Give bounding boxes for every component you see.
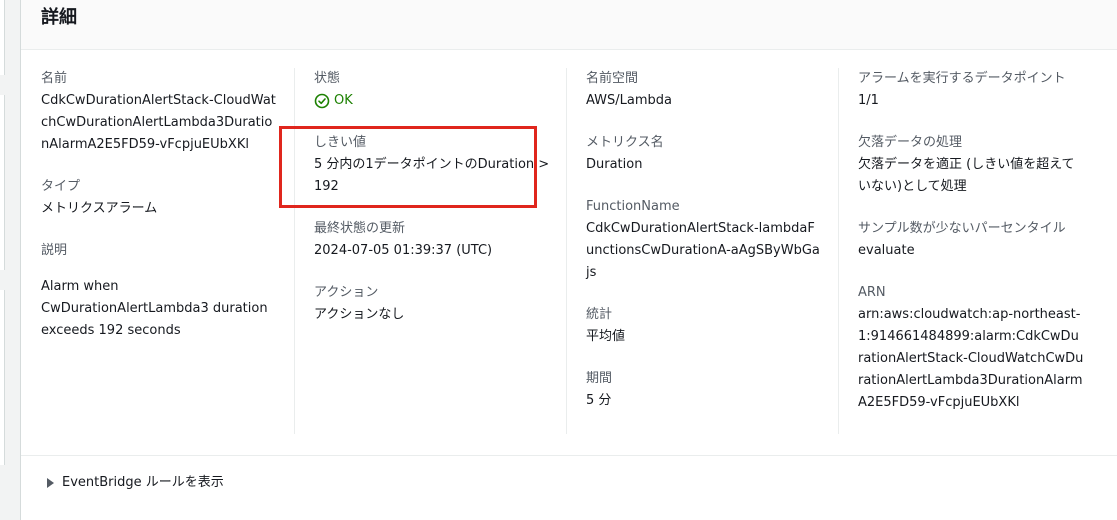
details-column-1: 名前 CdkCwDurationAlertStack-CloudWatchCwD…: [41, 68, 277, 342]
period-field: 期間 5 分: [586, 368, 822, 412]
caret-right-icon: [47, 478, 54, 488]
state-field: 状態 OK: [314, 68, 550, 112]
name-label: 名前: [41, 71, 68, 86]
details-column-4: アラームを実行するデータポイント 1/1 欠落データの処理 欠落データを適正 (…: [858, 68, 1084, 434]
action-label: アクション: [314, 285, 379, 300]
namespace-field: 名前空間 AWS/Lambda: [586, 68, 822, 112]
missing-data-value: 欠落データを適正 (しきい値を超えていない)として処理: [858, 157, 1075, 194]
missing-data-label: 欠落データの処理: [858, 135, 963, 150]
arn-value: arn:aws:cloudwatch:ap-northeast-1:914661…: [858, 307, 1084, 410]
eventbridge-rules-label: EventBridge ルールを表示: [62, 475, 224, 490]
sample-percentile-label: サンプル数が少ないパーセンタイル: [858, 221, 1066, 236]
name-field: 名前 CdkCwDurationAlertStack-CloudWatchCwD…: [41, 68, 277, 156]
arn-field: ARN arn:aws:cloudwatch:ap-northeast-1:91…: [858, 282, 1084, 414]
metric-name-label: メトリクス名: [586, 135, 664, 150]
state-value: OK: [314, 90, 550, 112]
statistic-field: 統計 平均値: [586, 304, 822, 348]
state-text: OK: [334, 93, 353, 108]
period-label: 期間: [586, 371, 613, 386]
description-value: Alarm when CwDurationAlertLambda3 durati…: [41, 279, 268, 338]
metric-name-value: Duration: [586, 157, 643, 172]
type-field: タイプ メトリクスアラーム: [41, 176, 277, 220]
name-value: CdkCwDurationAlertStack-CloudWatchCwDura…: [41, 93, 276, 152]
column-divider: [566, 68, 567, 434]
action-field: アクション アクションなし: [314, 282, 550, 326]
missing-data-field: 欠落データの処理 欠落データを適正 (しきい値を超えていない)として処理: [858, 132, 1084, 198]
left-tab-edge: [0, 290, 5, 465]
left-tab-edge: [0, 95, 5, 270]
arn-label: ARN: [858, 285, 886, 300]
details-panel: 詳細 名前 CdkCwDurationAlertStack-CloudWatch…: [20, 0, 1117, 520]
type-value: メトリクスアラーム: [41, 201, 158, 216]
check-circle-icon: [314, 93, 330, 109]
state-label: 状態: [314, 71, 341, 86]
panel-title: 詳細: [41, 7, 77, 28]
column-divider: [838, 68, 839, 434]
metric-name-field: メトリクス名 Duration: [586, 132, 822, 176]
left-tab-edge: [0, 0, 5, 75]
function-name-label: FunctionName: [586, 199, 680, 214]
namespace-label: 名前空間: [586, 71, 639, 86]
left-gutter: [0, 0, 20, 499]
namespace-value: AWS/Lambda: [586, 93, 673, 108]
sample-percentile-value: evaluate: [858, 243, 915, 258]
sample-percentile-field: サンプル数が少ないパーセンタイル evaluate: [858, 218, 1084, 262]
period-value: 5 分: [586, 393, 612, 408]
eventbridge-rules-toggle[interactable]: EventBridge ルールを表示: [47, 473, 224, 493]
last-update-field: 最終状態の更新 2024-07-05 01:39:37 (UTC): [314, 218, 550, 262]
type-label: タイプ: [41, 179, 81, 194]
statistic-value: 平均値: [586, 329, 626, 344]
datapoints-value: 1/1: [858, 93, 879, 108]
footer-divider: [21, 455, 1117, 456]
panel-header: 詳細: [21, 0, 1117, 50]
datapoints-label: アラームを実行するデータポイント: [858, 71, 1066, 86]
column-divider: [294, 68, 295, 434]
datapoints-field: アラームを実行するデータポイント 1/1: [858, 68, 1084, 112]
statistic-label: 統計: [586, 307, 613, 322]
action-value: アクションなし: [314, 307, 405, 322]
last-update-label: 最終状態の更新: [314, 221, 406, 236]
description-field: 説明 Alarm when CwDurationAlertLambda3 dur…: [41, 240, 277, 342]
function-name-field: FunctionName CdkCwDurationAlertStack-lam…: [586, 196, 822, 284]
description-label: 説明: [41, 243, 68, 258]
function-name-value: CdkCwDurationAlertStack-lambdaFunctionsC…: [586, 221, 820, 280]
threshold-highlight-box: [279, 126, 537, 208]
details-column-3: 名前空間 AWS/Lambda メトリクス名 Duration Function…: [586, 68, 822, 432]
last-update-value: 2024-07-05 01:39:37 (UTC): [314, 243, 493, 258]
